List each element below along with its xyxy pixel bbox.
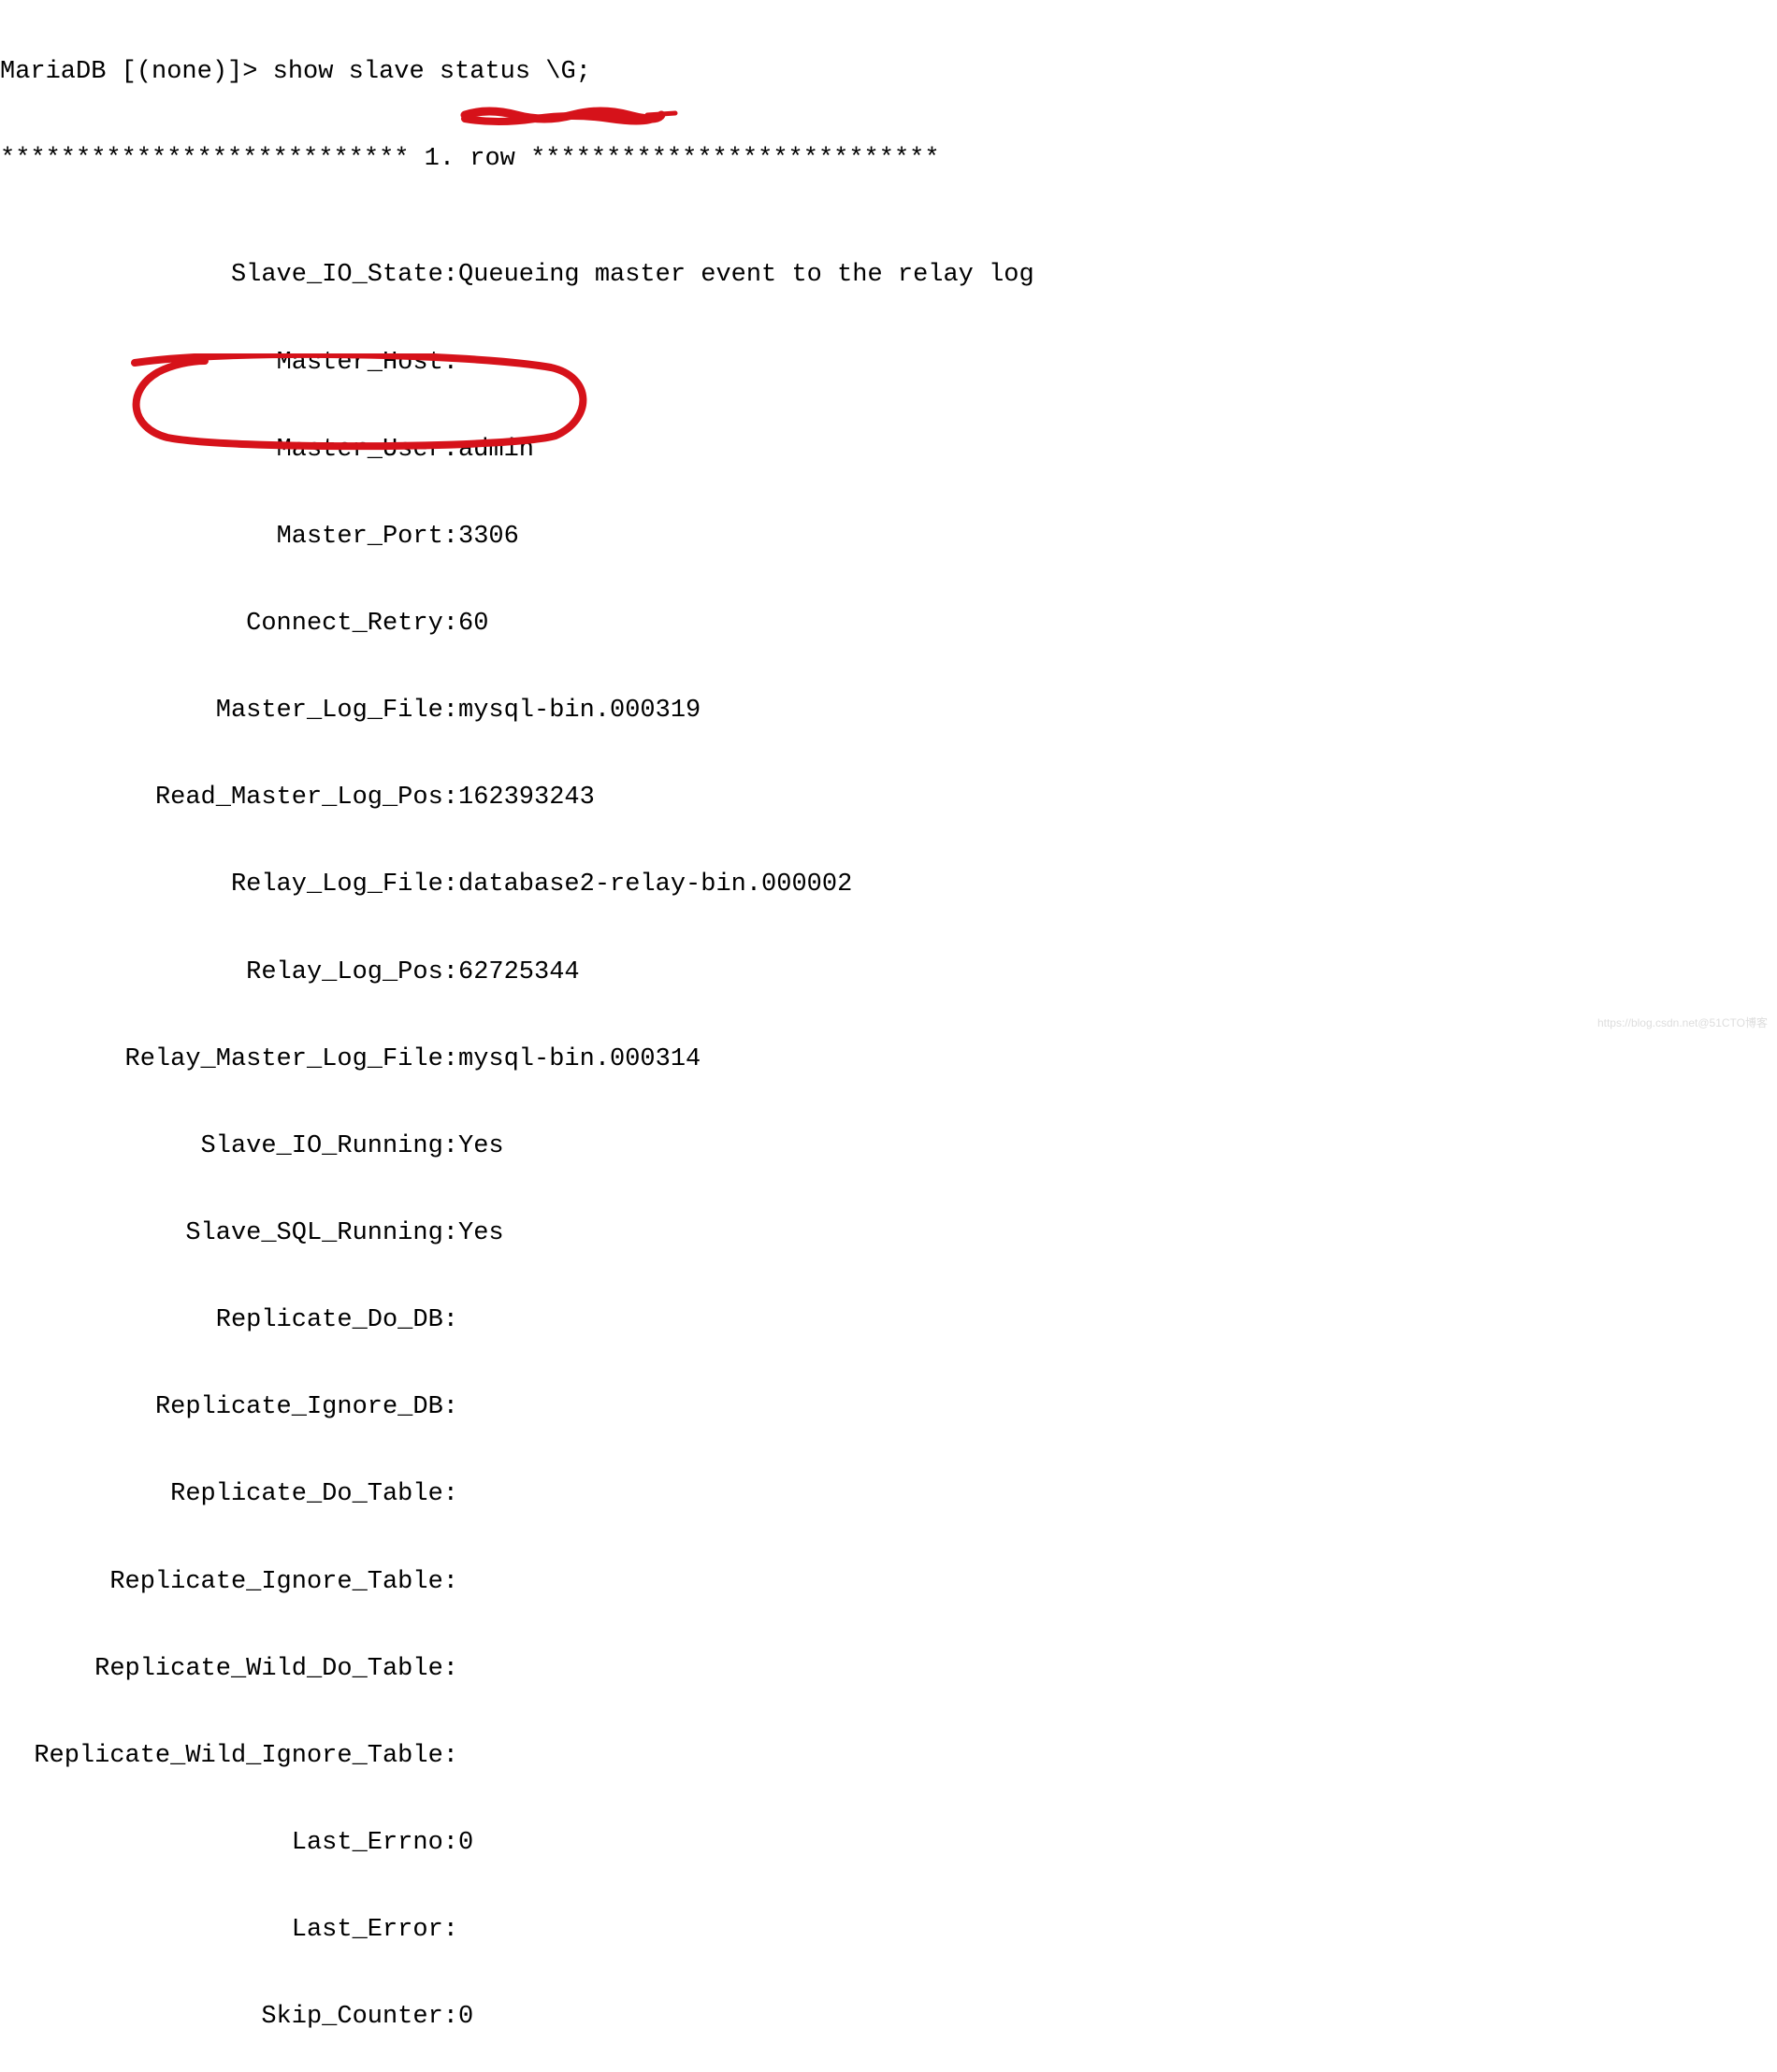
label-slave-sql-running: Slave_SQL_Running:: [0, 1219, 458, 1248]
terminal-output: MariaDB [(none)]> show slave status \G; …: [0, 0, 1777, 2072]
field-slave-io-running: Slave_IO_Running: Yes: [0, 1132, 1777, 1161]
field-last-error: Last_Error:: [0, 1916, 1777, 1945]
label-last-error: Last_Error:: [0, 1916, 458, 1945]
label-replicate-do-table: Replicate_Do_Table:: [0, 1480, 458, 1509]
label-replicate-ignore-table: Replicate_Ignore_Table:: [0, 1568, 458, 1597]
label-last-errno: Last_Errno:: [0, 1829, 458, 1858]
value-skip-counter: 0: [458, 2003, 473, 2032]
field-slave-io-state: Slave_IO_State: Queueing master event to…: [0, 261, 1777, 290]
field-replicate-wild-ignore-table: Replicate_Wild_Ignore_Table:: [0, 1742, 1777, 1771]
field-read-master-log-pos: Read_Master_Log_Pos: 162393243: [0, 784, 1777, 813]
field-master-log-file: Master_Log_File: mysql-bin.000319: [0, 697, 1777, 726]
field-relay-log-pos: Relay_Log_Pos: 62725344: [0, 958, 1777, 987]
field-relay-master-log-file: Relay_Master_Log_File: mysql-bin.000314: [0, 1045, 1777, 1074]
value-master-user: admin: [458, 436, 534, 465]
label-master-log-file: Master_Log_File:: [0, 697, 458, 726]
label-replicate-do-db: Replicate_Do_DB:: [0, 1306, 458, 1335]
label-slave-io-running: Slave_IO_Running:: [0, 1132, 458, 1161]
field-master-host: Master_Host:: [0, 349, 1777, 378]
field-slave-sql-running: Slave_SQL_Running: Yes: [0, 1219, 1777, 1248]
value-slave-sql-running: Yes: [458, 1219, 504, 1248]
value-last-errno: 0: [458, 1829, 473, 1858]
field-replicate-do-table: Replicate_Do_Table:: [0, 1480, 1777, 1509]
label-slave-io-state: Slave_IO_State:: [0, 261, 458, 290]
value-master-log-file: mysql-bin.000319: [458, 697, 701, 726]
label-master-port: Master_Port:: [0, 523, 458, 552]
value-relay-log-pos: 62725344: [458, 958, 580, 987]
value-relay-master-log-file: mysql-bin.000314: [458, 1045, 701, 1074]
field-last-errno: Last_Errno: 0: [0, 1829, 1777, 1858]
value-slave-io-running: Yes: [458, 1132, 504, 1161]
value-slave-io-state: Queueing master event to the relay log: [458, 261, 1034, 290]
label-relay-log-pos: Relay_Log_Pos:: [0, 958, 458, 987]
row-separator: *************************** 1. row *****…: [0, 145, 1777, 174]
value-read-master-log-pos: 162393243: [458, 784, 595, 813]
field-relay-log-file: Relay_Log_File: database2-relay-bin.0000…: [0, 871, 1777, 899]
field-connect-retry: Connect_Retry: 60: [0, 610, 1777, 639]
label-connect-retry: Connect_Retry:: [0, 610, 458, 639]
field-master-port: Master_Port: 3306: [0, 523, 1777, 552]
label-relay-log-file: Relay_Log_File:: [0, 871, 458, 899]
label-master-user: Master_User:: [0, 436, 458, 465]
field-master-user: Master_User: admin: [0, 436, 1777, 465]
redaction-annotation-icon: [460, 106, 685, 128]
watermark-text: https://blog.csdn.net@51CTO博客: [1597, 1017, 1768, 1030]
label-read-master-log-pos: Read_Master_Log_Pos:: [0, 784, 458, 813]
label-replicate-ignore-db: Replicate_Ignore_DB:: [0, 1393, 458, 1422]
value-master-port: 3306: [458, 523, 519, 552]
prompt-line: MariaDB [(none)]> show slave status \G;: [0, 58, 1777, 87]
field-skip-counter: Skip_Counter: 0: [0, 2003, 1777, 2032]
field-replicate-ignore-db: Replicate_Ignore_DB:: [0, 1393, 1777, 1422]
value-relay-log-file: database2-relay-bin.000002: [458, 871, 852, 899]
value-connect-retry: 60: [458, 610, 488, 639]
label-replicate-wild-ignore-table: Replicate_Wild_Ignore_Table:: [0, 1742, 458, 1771]
field-replicate-do-db: Replicate_Do_DB:: [0, 1306, 1777, 1335]
field-replicate-ignore-table: Replicate_Ignore_Table:: [0, 1568, 1777, 1597]
label-skip-counter: Skip_Counter:: [0, 2003, 458, 2032]
label-master-host: Master_Host:: [0, 349, 458, 378]
label-relay-master-log-file: Relay_Master_Log_File:: [0, 1045, 458, 1074]
field-replicate-wild-do-table: Replicate_Wild_Do_Table:: [0, 1655, 1777, 1684]
label-replicate-wild-do-table: Replicate_Wild_Do_Table:: [0, 1655, 458, 1684]
